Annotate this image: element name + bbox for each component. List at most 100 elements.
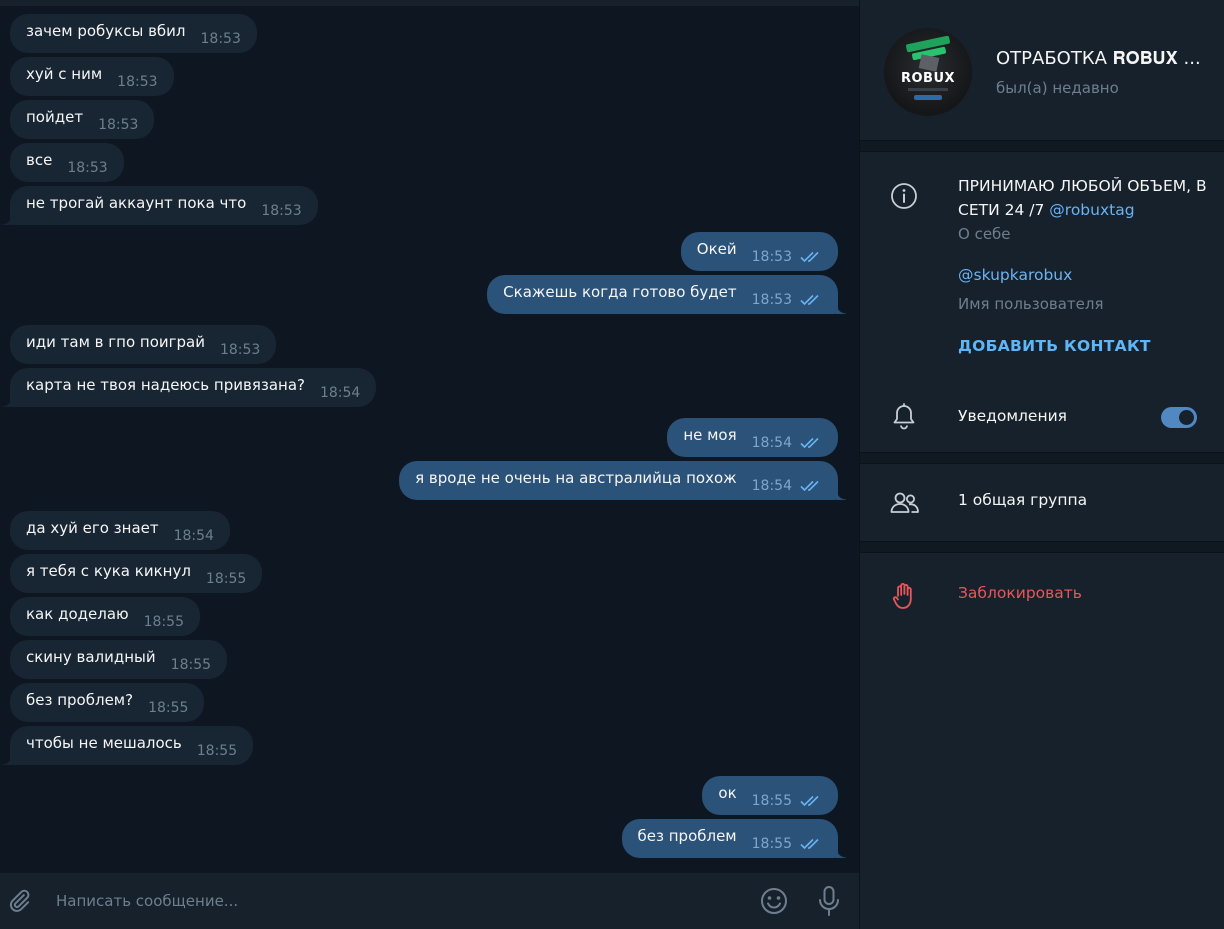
message-text: я тебя с кука кикнул bbox=[26, 561, 191, 580]
message-text: карта не твоя надеюсь привязана? bbox=[26, 375, 305, 394]
message-bubble[interactable]: иди там в гпо поиграй 18:53 bbox=[10, 325, 277, 364]
incoming-message[interactable]: зачем робуксы вбил 18:53 bbox=[10, 14, 257, 53]
message-bubble[interactable]: не трогай аккаунт пока что 18:53 bbox=[2, 186, 318, 225]
incoming-message[interactable]: карта не твоя надеюсь привязана? 18:54 bbox=[1, 368, 377, 407]
message-input[interactable] bbox=[56, 887, 736, 915]
message-bubble[interactable]: все 18:53 bbox=[10, 143, 124, 182]
section-separator bbox=[860, 452, 1224, 464]
message-time: 18:55 bbox=[751, 835, 792, 852]
message-bubble[interactable]: зачем робуксы вбил 18:53 bbox=[10, 14, 257, 53]
message-bubble[interactable]: скину валидный 18:55 bbox=[10, 640, 228, 679]
toggle-knob bbox=[1177, 408, 1196, 427]
message-text: Скажешь когда готово будет bbox=[503, 282, 737, 301]
message-bubble[interactable]: чтобы не мешалось 18:55 bbox=[1, 726, 254, 765]
message-bubble[interactable]: хуй с ним 18:53 bbox=[10, 57, 174, 96]
chat-top-edge bbox=[0, 0, 860, 6]
outgoing-message[interactable]: ок 18:55 bbox=[702, 776, 838, 815]
message-text: не моя bbox=[683, 425, 737, 444]
outgoing-message[interactable]: не моя 18:54 bbox=[667, 418, 838, 457]
message-bubble[interactable]: как доделаю 18:55 bbox=[10, 597, 200, 636]
message-text: иди там в гпо поиграй bbox=[26, 332, 205, 351]
hand-stop-icon bbox=[892, 583, 912, 609]
avatar[interactable]: ROBUX bbox=[884, 28, 972, 116]
message-bubble[interactable]: пойдет 18:53 bbox=[10, 100, 155, 139]
outgoing-message[interactable]: Окей 18:53 bbox=[680, 232, 838, 271]
incoming-message[interactable]: все 18:53 bbox=[10, 143, 124, 182]
message-time: 18:55 bbox=[170, 656, 212, 673]
incoming-message[interactable]: без проблем? 18:55 bbox=[10, 683, 205, 722]
bio-label: О себе bbox=[958, 225, 1011, 243]
outgoing-message[interactable]: без проблем 18:55 bbox=[621, 819, 847, 858]
notifications-label: Уведомления bbox=[958, 407, 1067, 425]
double-check-icon bbox=[800, 294, 819, 305]
message-time: 18:53 bbox=[261, 202, 302, 219]
incoming-message[interactable]: как доделаю 18:55 bbox=[10, 597, 200, 636]
message-time: 18:54 bbox=[751, 434, 792, 451]
message-time: 18:55 bbox=[751, 792, 792, 809]
chat-area: зачем робуксы вбил 18:53 хуй с ним 18:53 пой… bbox=[0, 0, 860, 873]
contact-status: был(а) недавно bbox=[996, 79, 1119, 97]
outgoing-message[interactable]: Скажешь когда готово будет 18:53 bbox=[487, 275, 846, 314]
message-bubble[interactable]: не моя 18:54 bbox=[667, 418, 838, 457]
incoming-message[interactable]: хуй с ним 18:53 bbox=[10, 57, 174, 96]
message-bubble[interactable]: Окей 18:53 bbox=[680, 232, 838, 271]
section-separator bbox=[860, 541, 1224, 553]
message-time: 18:53 bbox=[751, 291, 792, 308]
incoming-message[interactable]: иди там в гпо поиграй 18:53 bbox=[10, 325, 277, 364]
message-text: пойдет bbox=[26, 107, 84, 126]
bio-link[interactable]: @robuxtag bbox=[1049, 201, 1134, 219]
message-time: 18:55 bbox=[205, 570, 247, 587]
message-time: 18:54 bbox=[319, 384, 361, 401]
double-check-icon bbox=[800, 251, 819, 262]
microphone-icon[interactable] bbox=[816, 885, 842, 917]
message-time: 18:53 bbox=[117, 73, 158, 90]
incoming-message[interactable]: да хуй его знает 18:54 bbox=[10, 511, 230, 550]
message-bubble[interactable]: без проблем 18:55 bbox=[621, 819, 847, 858]
attach-icon[interactable] bbox=[6, 887, 32, 915]
message-bubble[interactable]: ок 18:55 bbox=[702, 776, 838, 815]
profile-panel: ROBUX ОТРАБОТКА 𝐑𝐎𝐁𝐔𝐗 ... был(а) недавно… bbox=[860, 0, 1224, 929]
outgoing-message[interactable]: я вроде не очень на австралийца похож 18:… bbox=[399, 461, 846, 500]
message-text: зачем робуксы вбил bbox=[26, 21, 186, 40]
incoming-message[interactable]: скину валидный 18:55 bbox=[10, 640, 228, 679]
incoming-message[interactable]: чтобы не мешалось 18:55 bbox=[1, 726, 254, 765]
message-bubble[interactable]: я вроде не очень на австралийца похож 18:… bbox=[399, 461, 846, 500]
message-bubble[interactable]: карта не твоя надеюсь привязана? 18:54 bbox=[1, 368, 377, 407]
incoming-message[interactable]: я тебя с кука кикнул 18:55 bbox=[10, 554, 263, 593]
message-bubble[interactable]: да хуй его знает 18:54 bbox=[10, 511, 230, 550]
message-text: хуй с ним bbox=[26, 64, 103, 83]
message-text: да хуй его знает bbox=[26, 518, 159, 537]
message-bubble[interactable]: я тебя с кука кикнул 18:55 bbox=[10, 554, 263, 593]
notifications-toggle[interactable] bbox=[1161, 407, 1197, 428]
bell-icon bbox=[893, 403, 915, 430]
message-time: 18:53 bbox=[200, 30, 241, 47]
message-text: ок bbox=[718, 783, 737, 802]
message-text: чтобы не мешалось bbox=[26, 733, 182, 752]
username[interactable]: @skupkarobux bbox=[958, 266, 1072, 284]
incoming-message[interactable]: пойдет 18:53 bbox=[10, 100, 155, 139]
message-time: 18:53 bbox=[751, 248, 792, 265]
bio-text: ПРИНИМАЮ ЛЮБОЙ ОБЪЕМ, В СЕТИ 24 /7 @robu… bbox=[958, 177, 1207, 219]
message-time: 18:54 bbox=[751, 477, 792, 494]
add-contact-button[interactable]: ДОБАВИТЬ КОНТАКТ bbox=[958, 337, 1151, 355]
message-time: 18:55 bbox=[196, 742, 238, 759]
double-check-icon bbox=[800, 838, 819, 849]
emoji-icon[interactable] bbox=[759, 886, 789, 916]
double-check-icon bbox=[800, 480, 819, 491]
message-text: я вроде не очень на австралийца похож bbox=[415, 468, 737, 487]
common-groups-item[interactable]: 1 общая группа bbox=[958, 491, 1087, 509]
double-check-icon bbox=[800, 437, 819, 448]
incoming-message[interactable]: не трогай аккаунт пока что 18:53 bbox=[2, 186, 318, 225]
contact-name: ОТРАБОТКА 𝐑𝐎𝐁𝐔𝐗 ... bbox=[996, 48, 1201, 69]
message-text: как доделаю bbox=[26, 604, 129, 623]
double-check-icon bbox=[800, 795, 819, 806]
block-user-button[interactable]: Заблокировать bbox=[958, 584, 1082, 602]
message-text: без проблем? bbox=[26, 690, 134, 709]
username-label: Имя пользователя bbox=[958, 295, 1104, 313]
message-text: все bbox=[26, 150, 53, 169]
message-bubble[interactable]: Скажешь когда готово будет 18:53 bbox=[487, 275, 846, 314]
composer-bar bbox=[0, 873, 860, 929]
message-time: 18:53 bbox=[98, 116, 139, 133]
message-bubble[interactable]: без проблем? 18:55 bbox=[10, 683, 205, 722]
message-text: без проблем bbox=[637, 826, 737, 845]
